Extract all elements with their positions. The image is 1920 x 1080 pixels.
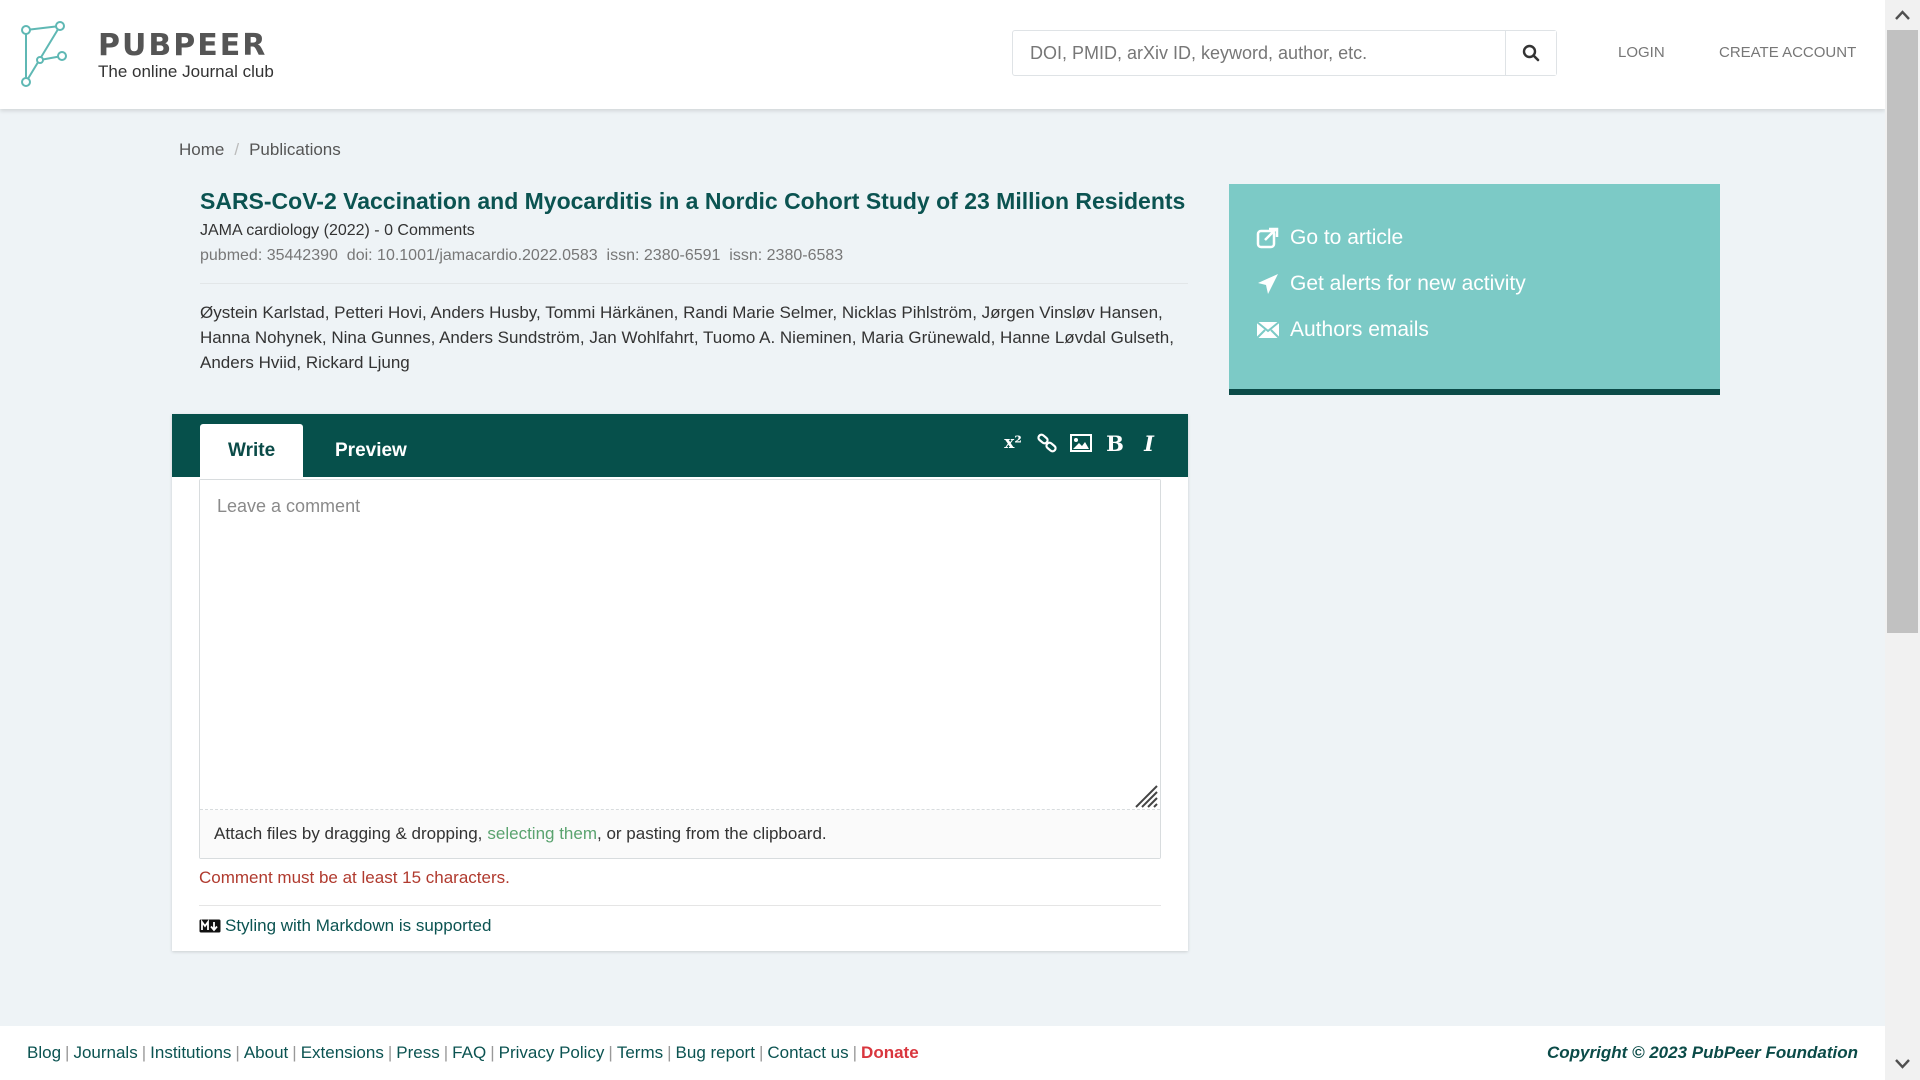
bold-icon[interactable]: B	[1104, 431, 1126, 456]
create-account-link[interactable]: CREATE ACCOUNT	[1719, 44, 1856, 61]
footer-link-extensions[interactable]: Extensions	[301, 1043, 384, 1062]
article-authors: Øystein Karlstad, Petteri Hovi, Anders H…	[200, 303, 1174, 372]
attach-text-before: Attach files by dragging & dropping,	[214, 824, 483, 843]
pubmed-id: pubmed: 35442390	[200, 247, 338, 264]
markdown-help-label: Styling with Markdown is supported	[225, 916, 492, 935]
paper-plane-icon	[1258, 274, 1278, 294]
footer-link-faq[interactable]: FAQ	[452, 1043, 486, 1062]
footer-link-press[interactable]: Press	[396, 1043, 439, 1062]
select-files-link[interactable]: selecting them	[487, 824, 597, 844]
breadcrumb-home[interactable]: Home	[179, 140, 224, 160]
file-attach-bar[interactable]: Attach files by dragging & dropping, sel…	[200, 810, 1160, 858]
image-icon[interactable]	[1070, 431, 1092, 455]
go-to-article-label: Go to article	[1290, 226, 1404, 249]
link-icon[interactable]	[1036, 431, 1058, 455]
scrollbar-thumb[interactable]	[1887, 30, 1918, 633]
page-scrollbar[interactable]	[1885, 0, 1920, 1080]
copyright-notice: Copyright © 2023 PubPeer Foundation	[1546, 1043, 1858, 1062]
footer-link-about[interactable]: About	[244, 1043, 288, 1062]
breadcrumb-separator: /	[234, 140, 240, 159]
superscript-icon[interactable]: x²	[1002, 431, 1024, 455]
get-alerts-link[interactable]: Get alerts for new activity	[1256, 272, 1526, 296]
italic-icon[interactable]: I	[1138, 431, 1160, 456]
search-input[interactable]	[1013, 31, 1505, 75]
login-link[interactable]: LOGIN	[1618, 44, 1665, 61]
footer-link-terms[interactable]: Terms	[617, 1043, 663, 1062]
breadcrumb-publications[interactable]: Publications	[249, 140, 341, 160]
authors-emails-label: Authors emails	[1290, 318, 1429, 341]
get-alerts-label: Get alerts for new activity	[1290, 272, 1526, 295]
markdown-icon	[199, 919, 221, 933]
article-title[interactable]: SARS-CoV-2 Vaccination and Myocarditis i…	[200, 188, 1190, 215]
comment-validation-message: Comment must be at least 15 characters.	[199, 868, 510, 887]
brand-name[interactable]: PUBPEER	[98, 28, 267, 63]
go-to-article-link[interactable]: Go to article	[1256, 226, 1403, 250]
footer-link-contact[interactable]: Contact us	[767, 1043, 848, 1062]
scroll-down-arrow-icon[interactable]	[1894, 1055, 1911, 1072]
editor-toolbar: Write Preview x² B I	[172, 414, 1188, 477]
article-divider	[200, 283, 1188, 284]
authors-emails-link[interactable]: Authors emails	[1256, 318, 1429, 342]
breadcrumb: Home / Publications	[179, 140, 341, 160]
scroll-up-arrow-icon[interactable]	[1894, 7, 1911, 24]
search-box	[1012, 30, 1557, 76]
footer-link-bug-report[interactable]: Bug report	[676, 1043, 755, 1062]
issn-electronic: issn: 2380-6583	[729, 247, 844, 264]
footer-link-privacy[interactable]: Privacy Policy	[499, 1043, 605, 1062]
site-footer: Blog | Journals | Institutions | About | Extensi…	[0, 1026, 1885, 1080]
comment-editor: Write Preview x² B I Leave a comment Att…	[172, 414, 1188, 951]
brand-tagline: The online Journal club	[98, 62, 274, 81]
attach-text-after: , or pasting from the clipboard.	[597, 824, 827, 843]
external-link-icon	[1256, 227, 1279, 249]
footer-links: Blog | Journals | Institutions | About | Extensi…	[27, 1043, 919, 1062]
footer-link-journals[interactable]: Journals	[73, 1043, 137, 1062]
editor-divider	[199, 905, 1161, 906]
tab-preview[interactable]: Preview	[307, 424, 435, 477]
search-icon	[1522, 44, 1540, 62]
comment-textarea[interactable]	[200, 480, 1160, 810]
article-identifiers: pubmed: 35442390 doi: 10.1001/jamacardio…	[200, 247, 843, 265]
comment-input-wrapper: Attach files by dragging & dropping, sel…	[199, 479, 1161, 859]
tab-write[interactable]: Write	[200, 424, 304, 477]
markdown-help-link[interactable]: Styling with Markdown is supported	[199, 916, 491, 936]
search-button[interactable]	[1505, 31, 1556, 75]
issn-print: issn: 2380-6591	[606, 247, 721, 264]
pubpeer-logo-icon[interactable]	[20, 20, 68, 88]
envelope-icon	[1256, 321, 1280, 339]
footer-link-institutions[interactable]: Institutions	[150, 1043, 231, 1062]
article-actions-panel: Go to article Get alerts for new activit…	[1229, 184, 1720, 395]
site-header: PUBPEER The online Journal club LOGIN CR…	[0, 0, 1885, 109]
doi-id: doi: 10.1001/jamacardio.2022.0583	[346, 247, 598, 264]
footer-link-donate[interactable]: Donate	[861, 1043, 919, 1062]
article-journal-line: JAMA cardiology (2022) - 0 Comments	[200, 222, 475, 239]
formatting-tools: x² B I	[1002, 431, 1160, 456]
resize-handle-icon[interactable]	[1132, 782, 1158, 808]
footer-link-blog[interactable]: Blog	[27, 1043, 61, 1062]
